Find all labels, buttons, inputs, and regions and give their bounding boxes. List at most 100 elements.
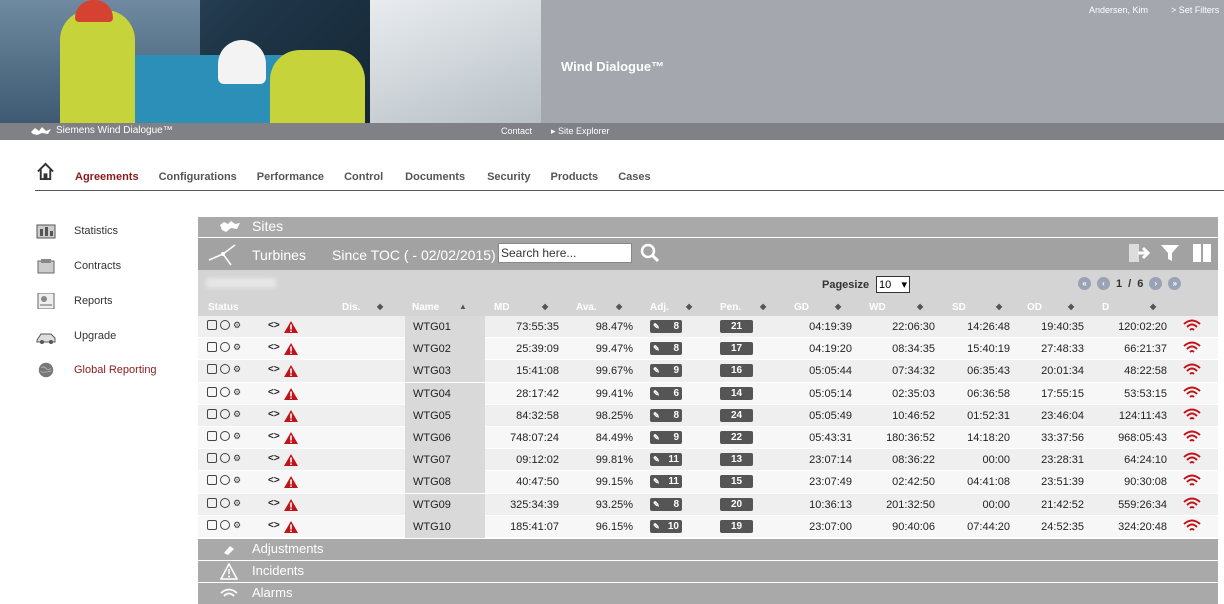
adj-badge[interactable]: ✎ 10 [650,519,682,533]
gears-icon[interactable]: ⚙ [233,475,241,485]
turbine-name[interactable]: WTG03 [405,360,485,383]
expand-icon[interactable]: <> [268,387,280,398]
col-d[interactable]: D [1102,302,1109,313]
timer-icon[interactable] [220,408,230,419]
adj-badge[interactable]: ✎ 9 [650,430,682,444]
table-row[interactable]: ⚙ <> WTG05 84:32:58 98.25% ✎ 8 24 05:05:4… [198,404,1218,427]
alert-icon[interactable] [284,431,298,444]
pen-badge[interactable]: 17 [720,342,753,356]
sort-icon[interactable]: ◆ [377,302,383,311]
table-row[interactable]: ⚙ <> WTG03 15:41:08 99.67% ✎ 9 16 05:05:4… [198,360,1218,383]
alert-icon[interactable] [284,321,298,333]
col-adj[interactable]: Adj. [650,302,669,313]
timer-icon[interactable] [220,364,230,375]
sort-icon[interactable]: ◆ [760,302,766,311]
turbine-name[interactable]: WTG08 [405,471,485,494]
alert-icon[interactable] [284,520,298,533]
adj-badge[interactable]: ✎ 11 [650,453,682,467]
sort-icon[interactable]: ◆ [917,302,923,311]
expand-icon[interactable]: <> [268,453,280,464]
col-pen[interactable]: Pen. [720,302,741,313]
col-status[interactable]: Status [208,302,239,313]
turbine-status-icon[interactable] [207,430,217,441]
timer-icon[interactable] [220,475,230,486]
expand-icon[interactable]: <> [268,342,280,353]
last-page-icon[interactable]: » [1168,277,1182,290]
pen-badge[interactable]: 20 [720,497,753,511]
search-input[interactable]: Search here... [498,243,632,263]
turbine-name[interactable]: WTG05 [405,404,485,427]
table-row[interactable]: ⚙ <> WTG08 40:47:50 99.15% ✎ 11 15 23:07:… [198,471,1218,494]
nav-products[interactable]: Products [551,171,599,183]
col-md[interactable]: MD [494,302,510,313]
expand-icon[interactable]: <> [268,475,280,486]
turbine-name[interactable]: WTG09 [405,493,485,516]
set-filters-link[interactable]: > Set Filters [1171,5,1219,15]
turbine-name[interactable]: WTG02 [405,338,485,361]
col-gd[interactable]: GD [794,302,809,313]
adj-badge[interactable]: ✎ 11 [650,475,682,489]
timer-icon[interactable] [220,497,230,508]
timer-icon[interactable] [220,320,230,330]
table-row[interactable]: ⚙ <> WTG04 28:17:42 99.41% ✎ 6 14 05:05:1… [198,382,1218,405]
brand[interactable]: Siemens Wind Dialogue™ [30,125,173,136]
contact-link[interactable]: Contact [501,126,532,136]
home-icon[interactable] [36,162,55,181]
gears-icon[interactable]: ⚙ [233,453,241,463]
gears-icon[interactable]: ⚙ [233,342,241,352]
signal-icon[interactable] [1183,319,1201,333]
pen-badge[interactable]: 16 [720,364,753,378]
turbine-name[interactable]: WTG10 [405,515,485,538]
filter-icon[interactable] [1160,243,1180,263]
expand-icon[interactable]: <> [268,364,280,375]
adj-badge[interactable]: ✎ 8 [650,497,682,511]
sort-icon[interactable]: ◆ [686,302,692,311]
pagesize-select[interactable]: 10 ▾ [876,276,910,293]
nav-documents[interactable]: Documents [405,171,465,183]
incidents-panel-header[interactable]: Incidents [198,561,1218,582]
timer-icon[interactable] [220,430,230,441]
expand-icon[interactable]: <> [268,520,280,531]
turbine-status-icon[interactable] [207,342,217,353]
alert-icon[interactable] [284,343,298,356]
signal-icon[interactable] [1183,474,1201,488]
alarms-panel-header[interactable]: Alarms [198,583,1218,604]
col-name[interactable]: Name [412,302,439,313]
gears-icon[interactable]: ⚙ [233,431,241,441]
turbine-status-icon[interactable] [207,408,217,419]
pen-badge[interactable]: 22 [720,430,753,444]
timer-icon[interactable] [220,453,230,464]
gears-icon[interactable]: ⚙ [233,387,241,397]
table-row[interactable]: ⚙ <> WTG10 185:41:07 96.15% ✎ 10 19 23:07… [198,515,1218,538]
pen-badge[interactable]: 15 [720,475,753,489]
columns-icon[interactable] [1192,243,1212,263]
turbine-name[interactable]: WTG01 [405,316,485,338]
sort-icon[interactable]: ◆ [542,302,548,311]
alert-icon[interactable] [284,387,298,400]
sites-panel-header[interactable]: Sites [198,217,1218,237]
nav-cases[interactable]: Cases [618,171,650,183]
export-icon[interactable] [1128,243,1150,263]
adj-badge[interactable]: ✎ 6 [650,386,682,400]
gears-icon[interactable]: ⚙ [233,409,241,419]
expand-icon[interactable]: <> [268,431,280,442]
expand-icon[interactable]: <> [268,409,280,420]
alert-icon[interactable] [284,409,298,422]
adj-badge[interactable]: ✎ 8 [650,342,682,356]
adj-badge[interactable]: ✎ 9 [650,364,682,378]
nav-performance[interactable]: Performance [257,171,324,183]
sort-asc-icon[interactable]: ▲ [459,302,467,311]
turbine-name[interactable]: WTG07 [405,449,485,472]
table-row[interactable]: ⚙ <> WTG07 09:12:02 99.81% ✎ 11 13 23:07:… [198,449,1218,472]
signal-icon[interactable] [1183,497,1201,511]
sort-icon[interactable]: ◆ [996,302,1002,311]
timer-icon[interactable] [220,519,230,530]
sidebar-item-upgrade[interactable]: Upgrade [36,328,116,344]
turbine-name[interactable]: WTG06 [405,426,485,449]
col-wd[interactable]: WD [869,302,886,313]
table-row[interactable]: ⚙ <> WTG02 25:39:09 99.47% ✎ 8 17 04:19:2… [198,338,1218,361]
turbine-status-icon[interactable] [207,497,217,508]
nav-configurations[interactable]: Configurations [159,171,237,183]
col-dis[interactable]: Dis. [342,302,360,313]
prev-page-icon[interactable]: ‹ [1097,277,1110,290]
